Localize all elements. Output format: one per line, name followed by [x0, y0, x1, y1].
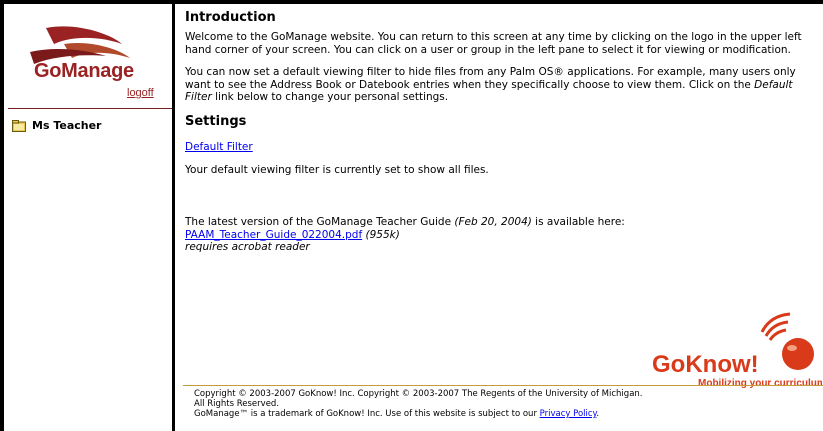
main-content: Introduction Welcome to the GoManage web… [185, 10, 815, 254]
logo-wordmark[interactable]: GoManage [34, 60, 134, 83]
footer-line-1: Copyright © 2003-2007 GoKnow! Inc. Copyr… [194, 389, 643, 399]
left-pane: GoManage logoff Ms Teacher [4, 4, 172, 431]
folder-icon [12, 119, 26, 132]
guide-pdf-link[interactable]: PAAM_Teacher_Guide_022004.pdf [185, 229, 362, 241]
sidebar-divider [8, 108, 172, 109]
privacy-policy-link[interactable]: Privacy Policy [540, 409, 597, 419]
acrobat-note: requires acrobat reader [185, 241, 815, 254]
guide-text-end: is available here: [531, 216, 625, 228]
footer-line-3-end: . [596, 409, 600, 419]
settings-heading: Settings [185, 113, 247, 129]
guide-text-start: The latest version of the GoManage Teach… [185, 216, 455, 228]
goknow-wordmark: GoKnow! [652, 351, 759, 378]
filter-status-text: Your default viewing filter is currently… [185, 163, 489, 176]
intro-heading: Introduction [185, 10, 276, 25]
goknow-tagline: Mobilizing your curriculum [698, 378, 822, 389]
footer-line-3-start: GoManage™ is a trademark of GoKnow! Inc.… [194, 409, 540, 419]
goknow-logo-icon: GoKnow! Mobilizing your curriculum [652, 312, 822, 389]
sidebar-item-ms-teacher[interactable]: Ms Teacher [12, 119, 102, 132]
pane-divider [172, 4, 175, 431]
logoff-link[interactable]: logoff [127, 87, 154, 99]
intro-paragraph-2: You can now set a default viewing filter… [185, 66, 815, 104]
footer-line-3: GoManage™ is a trademark of GoKnow! Inc.… [194, 409, 814, 419]
footer-divider [183, 385, 823, 386]
default-filter-link[interactable]: Default Filter [185, 141, 253, 153]
guide-pdf-line: PAAM_Teacher_Guide_022004.pdf (955k) [185, 229, 815, 242]
footer: Copyright © 2003-2007 GoKnow! Inc. Copyr… [194, 389, 814, 419]
guide-date: (Feb 20, 2004) [454, 216, 532, 228]
footer-line-2: All Rights Reserved. [194, 399, 280, 409]
intro-p2-end: link below to change your personal setti… [211, 91, 449, 103]
guide-pdf-size: (955k) [365, 228, 400, 241]
sidebar-item-label: Ms Teacher [32, 119, 102, 132]
intro-paragraph-1: Welcome to the GoManage website. You can… [185, 31, 802, 56]
acrobat-note-text: requires acrobat reader [185, 241, 310, 253]
guide-text: The latest version of the GoManage Teach… [185, 216, 815, 229]
intro-p2-start: You can now set a default viewing filter… [185, 66, 796, 91]
